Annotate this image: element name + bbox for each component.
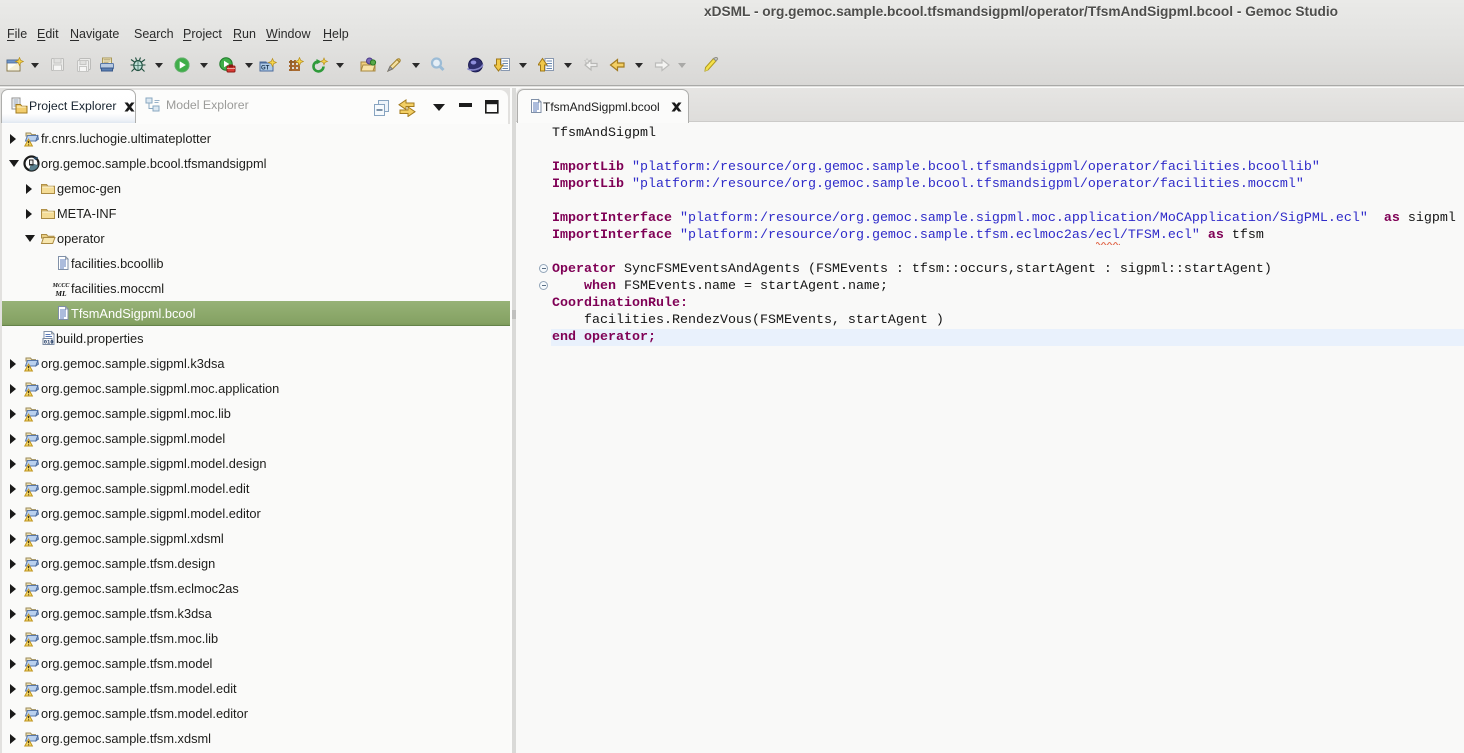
svg-text:GT: GT (261, 66, 270, 72)
svg-text:010: 010 (44, 339, 54, 346)
